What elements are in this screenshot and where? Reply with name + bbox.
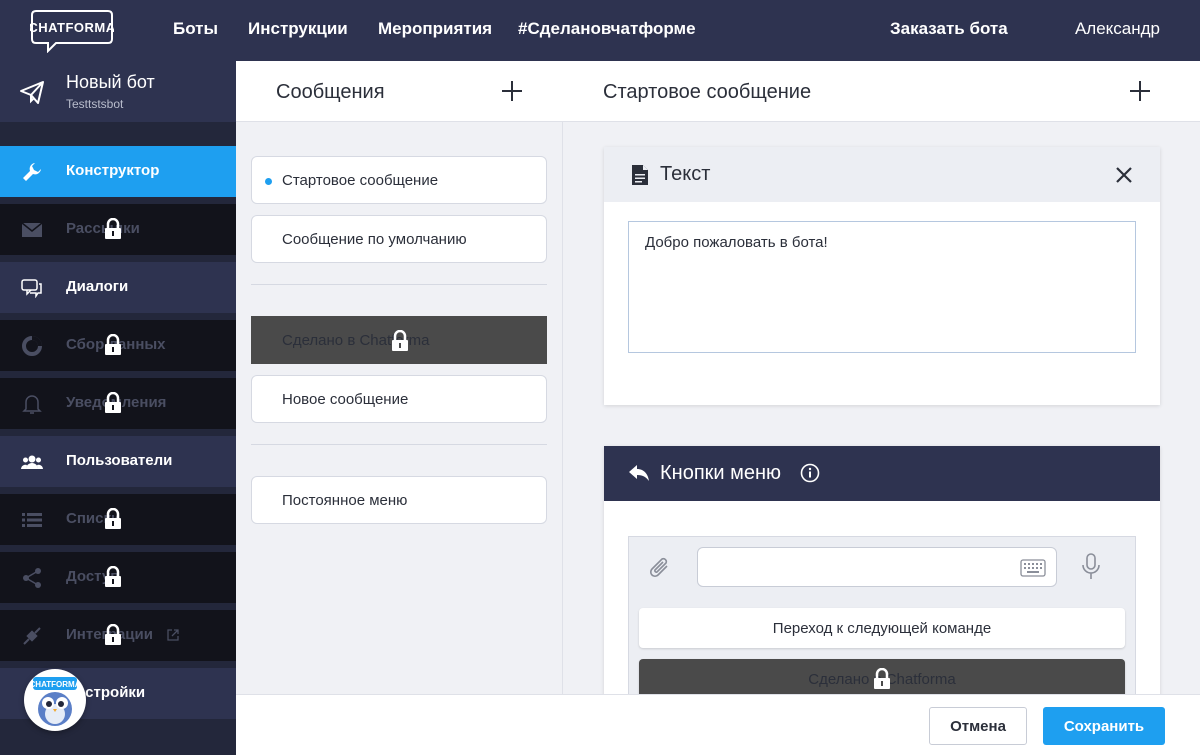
active-dot (265, 178, 272, 185)
message-item-persistent-menu[interactable]: Постоянное меню (251, 476, 547, 524)
menu-buttons-title: Кнопки меню (660, 462, 782, 484)
users-icon (20, 450, 44, 474)
text-block-header: Текст (604, 147, 1160, 202)
list-icon (20, 508, 44, 532)
divider (251, 284, 547, 285)
sidebar-item-lists[interactable]: Списки (0, 494, 236, 545)
editor-column: Стартовое сообщение Текст Добро пожалова… (563, 61, 1200, 694)
plug-icon (20, 624, 44, 648)
message-item-label: Стартовое сообщение (282, 172, 439, 189)
sidebar-item-constructor[interactable]: Конструктор (0, 146, 236, 197)
donut-icon (20, 334, 44, 358)
lock-icon (104, 507, 122, 530)
footer-bar: Отмена Сохранить (236, 694, 1200, 755)
lock-icon (873, 667, 891, 690)
editor-header: Стартовое сообщение (563, 61, 1200, 122)
chatforma-logo[interactable]: CHATFORMA (28, 9, 115, 54)
message-item-default[interactable]: Сообщение по умолчанию (251, 215, 547, 263)
messages-title: Сообщения (276, 81, 385, 103)
document-icon (631, 164, 649, 186)
chat-icon (20, 276, 44, 300)
message-item-made-in[interactable]: Сделано в Chatforma (251, 316, 547, 364)
sidebar-item-integrations[interactable]: Интеграции (0, 610, 236, 661)
bot-header[interactable]: Новый бот Testtstsbot (0, 61, 236, 122)
message-item-label: Новое сообщение (282, 391, 409, 408)
preview-input-field (697, 547, 1057, 587)
lock-icon (104, 623, 122, 646)
sidebar-item-data-collection[interactable]: Сбор данных (0, 320, 236, 371)
menu-buttons-block: Кнопки меню Переход к следующей команде … (604, 446, 1160, 694)
menu-button-made-in[interactable]: Сделано в Chatforma (639, 659, 1125, 694)
sidebar-item-access[interactable]: Доступ (0, 552, 236, 603)
text-block-title: Текст (660, 163, 711, 185)
close-icon[interactable] (1114, 165, 1134, 185)
messages-header: Сообщения (236, 61, 563, 122)
svg-text:CHATFORMA: CHATFORMA (30, 20, 114, 35)
nav-made-in-chatforma[interactable]: #Сделановчатформе (518, 19, 696, 39)
sidebar-item-dialogs[interactable]: Диалоги (0, 262, 236, 313)
add-block-icon[interactable] (1128, 79, 1152, 103)
bot-name: Новый бот (66, 72, 155, 92)
cancel-button[interactable]: Отмена (929, 707, 1027, 745)
message-item-new[interactable]: Новое сообщение (251, 375, 547, 423)
envelope-icon (20, 218, 44, 242)
user-name[interactable]: Александр (1075, 19, 1160, 39)
message-item-label: Сообщение по умолчанию (282, 231, 467, 248)
chatforma-avatar[interactable]: CHATFORMA (24, 669, 86, 731)
lock-icon (104, 565, 122, 588)
paper-plane-icon (18, 78, 46, 106)
microphone-icon (1081, 553, 1101, 581)
avatar-badge-text: CHATFORMA (30, 680, 81, 689)
share-icon (20, 566, 44, 590)
lock-icon (104, 217, 122, 240)
telegram-preview: Переход к следующей команде Сделано в Ch… (628, 536, 1136, 694)
nav-instructions[interactable]: Инструкции (248, 19, 348, 39)
message-item-label: Постоянное меню (282, 492, 408, 509)
sidebar: Новый бот Testtstsbot Конструктор Рассыл… (0, 61, 236, 755)
sidebar-item-label: Конструктор (66, 162, 160, 179)
menu-buttons-header: Кнопки меню (604, 446, 1160, 501)
menu-button-next-command[interactable]: Переход к следующей команде (639, 608, 1125, 648)
top-navigation: CHATFORMA Боты Инструкции Мероприятия #С… (0, 0, 1200, 61)
add-message-icon[interactable] (500, 79, 524, 103)
sidebar-item-users[interactable]: Пользователи (0, 436, 236, 487)
keyboard-icon (1020, 559, 1046, 577)
editor-title: Стартовое сообщение (603, 81, 812, 103)
nav-bots[interactable]: Боты (173, 19, 218, 39)
save-button[interactable]: Сохранить (1043, 707, 1165, 745)
lock-icon (104, 391, 122, 414)
info-icon[interactable] (800, 463, 820, 483)
messages-column: Сообщения Стартовое сообщение Сообщение … (236, 61, 563, 694)
sidebar-item-mailings[interactable]: Рассылки (0, 204, 236, 255)
message-item-start[interactable]: Стартовое сообщение (251, 156, 547, 204)
lock-icon (104, 333, 122, 356)
bell-icon (20, 392, 44, 416)
sidebar-item-label: Диалоги (66, 278, 129, 295)
external-link-icon (167, 628, 179, 641)
wrench-icon (20, 160, 44, 184)
paperclip-icon (649, 555, 673, 581)
order-bot-link[interactable]: Заказать бота (890, 19, 1008, 39)
lock-icon (391, 329, 409, 352)
divider (251, 444, 547, 445)
sidebar-item-notifications[interactable]: Уведомления (0, 378, 236, 429)
nav-events[interactable]: Мероприятия (378, 19, 492, 39)
sidebar-item-label: Рассылки (66, 220, 140, 237)
bot-handle: Testtstsbot (66, 97, 124, 111)
message-text-field[interactable]: Добро пожаловать в бота! (628, 221, 1136, 353)
reply-arrow-icon (628, 463, 650, 483)
sidebar-item-label: Пользователи (66, 452, 173, 469)
text-block: Текст Добро пожаловать в бота! (604, 147, 1160, 405)
